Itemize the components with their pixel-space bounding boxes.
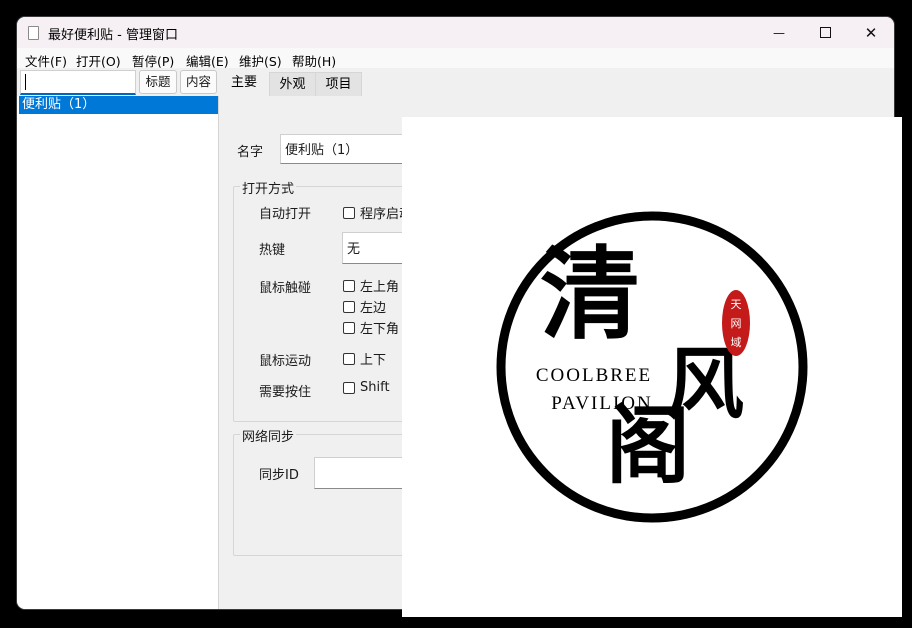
logo-english-1: COOLBREE: [536, 365, 652, 386]
maximize-button[interactable]: [802, 17, 848, 48]
window-title: 最好便利贴 - 管理窗口: [48, 28, 178, 43]
name-label: 名字: [237, 145, 264, 160]
hotkey-label: 热键: [259, 243, 286, 258]
require-press-label: 需要按住: [259, 385, 312, 400]
checkbox-icon: [343, 300, 355, 313]
checkbox-icon: [343, 279, 355, 292]
require-shift-checkbox[interactable]: Shift: [343, 380, 390, 395]
tab-appearance[interactable]: 外观: [269, 72, 316, 97]
sync-id-label: 同步ID: [259, 468, 299, 483]
option-label: 左下角: [360, 322, 400, 337]
app-icon: [28, 26, 39, 40]
seal-char-1: 天: [731, 298, 742, 311]
filter-title-button[interactable]: 标题: [139, 70, 177, 94]
option-label: 上下: [360, 353, 387, 368]
note-list[interactable]: 便利贴（1）: [17, 96, 219, 609]
text-caret: [25, 74, 26, 90]
minimize-icon: —: [773, 25, 785, 40]
minimize-button[interactable]: —: [756, 17, 802, 48]
toolbar: 标题 内容 主要 外观 项目: [17, 68, 894, 97]
mouse-move-checkbox[interactable]: 上下: [343, 349, 386, 368]
network-sync-title: 网络同步: [240, 426, 297, 445]
title-bar[interactable]: 最好便利贴 - 管理窗口 — ✕: [17, 17, 894, 48]
menu-bar: 文件(F) 打开(O) 暂停(P) 编辑(E) 维护(S) 帮助(H): [17, 48, 894, 69]
seal-char-2: 网: [731, 317, 742, 330]
option-label: Shift: [360, 380, 390, 395]
auto-open-label: 自动打开: [259, 207, 312, 222]
logo-svg: 清 风 阁 COOLBREE PAVILION 天 网 域: [496, 211, 808, 523]
checkbox-icon: [343, 206, 355, 219]
close-button[interactable]: ✕: [848, 17, 894, 48]
tab-main[interactable]: 主要: [219, 70, 269, 96]
option-label: 左边: [360, 301, 387, 316]
seal-char-3: 域: [731, 336, 742, 349]
red-seal: 天 网 域: [722, 290, 750, 356]
option-label: 左上角: [360, 280, 400, 295]
list-item[interactable]: 便利贴（1）: [19, 96, 218, 114]
tab-items[interactable]: 项目: [315, 72, 362, 97]
logo-char-qing: 清: [540, 235, 640, 353]
mouse-touch-left-checkbox[interactable]: 左边: [343, 297, 386, 316]
open-method-title: 打开方式: [240, 178, 297, 197]
logo-english-2: PAVILION: [551, 393, 653, 414]
logo-image: 清 风 阁 COOLBREE PAVILION 天 网 域: [402, 117, 902, 617]
checkbox-icon: [343, 352, 355, 365]
checkbox-icon: [343, 381, 355, 394]
close-icon: ✕: [864, 23, 878, 42]
mouse-move-label: 鼠标运动: [259, 354, 312, 369]
search-input[interactable]: [20, 70, 136, 95]
mouse-touch-top-left-checkbox[interactable]: 左上角: [343, 276, 399, 295]
filter-content-button[interactable]: 内容: [180, 70, 217, 94]
checkbox-icon: [343, 321, 355, 334]
maximize-icon: [819, 27, 831, 38]
mouse-touch-label: 鼠标触碰: [259, 281, 312, 296]
mouse-touch-bottom-left-checkbox[interactable]: 左下角: [343, 318, 399, 337]
